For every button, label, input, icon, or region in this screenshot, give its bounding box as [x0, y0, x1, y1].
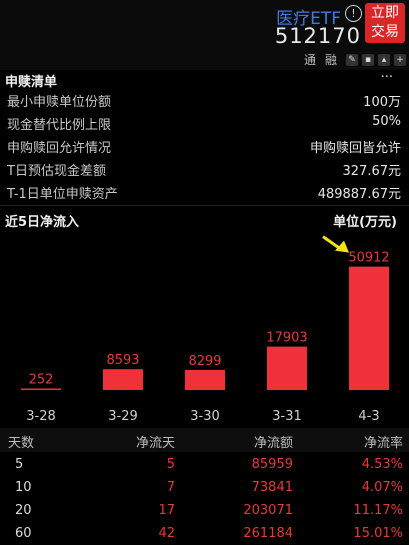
bell-icon[interactable]: ▴: [378, 53, 390, 66]
sub-row-label: T-1日单位申赎资产: [7, 187, 118, 202]
header-net-amount: 净流额: [253, 436, 293, 451]
chart-data-label: 50912: [348, 251, 389, 266]
cell-net-amount: 261184: [243, 526, 293, 541]
sub-row-value: 申购赎回皆允许: [309, 141, 401, 156]
header-net-rate: 净流率: [363, 436, 403, 451]
chart-bar: [185, 369, 225, 390]
cell-net-days: 42: [158, 526, 175, 541]
header-days: 天数: [8, 436, 35, 451]
cell-net-rate: 4.53%: [361, 457, 403, 472]
chart-x-tick-label: 3-31: [272, 409, 302, 424]
table-row: 5 5 85959 4.53%: [0, 453, 409, 476]
table-header: 天数 净流天 净流额 净流率: [0, 428, 409, 452]
chart-data-label: 17903: [266, 331, 307, 346]
sub-row-label: 最小申赎单位份额: [7, 95, 112, 110]
more-icon[interactable]: ···: [381, 70, 393, 85]
sub-row-value: 327.67元: [342, 164, 402, 179]
table-row: 20 17 203071 11.17%: [0, 499, 409, 522]
chart-x-tick-label: 4-3: [358, 409, 379, 424]
edit-icon[interactable]: ✎: [346, 53, 358, 66]
sub-row-label: 现金替代比例上限: [7, 118, 112, 133]
chart-bar: [21, 388, 61, 390]
cell-net-rate: 4.07%: [361, 480, 403, 495]
chart-bar: [103, 369, 143, 390]
chart-bar: [267, 346, 307, 390]
sub-row: 最小申赎单位份额 100万: [0, 91, 409, 114]
cell-net-days: 7: [166, 480, 175, 495]
cell-net-amount: 203071: [243, 503, 293, 518]
sub-row-value: 489887.67元: [317, 187, 401, 202]
toolbar: 通 融 ✎ ▪ ▴ +: [304, 51, 406, 68]
sub-row-value: 100万: [363, 95, 401, 110]
cell-days: 10: [15, 480, 32, 495]
inflow-title: 近5日净流入: [5, 215, 80, 230]
sub-row: 申购赎回允许情况 申购赎回皆允许: [0, 137, 409, 160]
table-row: 60 42 261184 15.01%: [0, 522, 409, 545]
inflow-bar-chart: 252 3-28 8593 3-29 8299 3-30 17903 3-31 50912 4-3: [21, 235, 390, 424]
chart-data-label: 8593: [106, 353, 139, 368]
inflow-unit: 单位(万元): [333, 215, 397, 230]
cell-net-amount: 85959: [251, 457, 293, 472]
chart-x-tick-label: 3-29: [108, 409, 138, 424]
cell-days: 60: [15, 526, 32, 541]
chart-data-label: 252: [29, 373, 54, 388]
trade-button-line1: 立即: [371, 5, 399, 21]
lock-icon[interactable]: ▪: [362, 53, 374, 66]
etf-code: 512170: [274, 24, 361, 48]
tool-tong[interactable]: 通: [304, 51, 316, 68]
annotation-arrow-icon: [322, 235, 349, 253]
chart-x-tick-label: 3-28: [26, 409, 56, 424]
cell-days: 5: [15, 457, 24, 472]
cell-net-days: 17: [158, 503, 175, 518]
sub-row: T日预估现金差额 327.67元: [0, 160, 409, 183]
cell-net-amount: 73841: [251, 480, 293, 495]
table-row: 10 7 73841 4.07%: [0, 476, 409, 499]
chart-bar: [349, 266, 389, 390]
sub-row-label: 申购赎回允许情况: [7, 141, 112, 156]
cell-days: 20: [15, 503, 32, 518]
cell-net-rate: 11.17%: [353, 503, 403, 518]
trade-button-line2: 交易: [371, 24, 399, 40]
etf-header: 医疗ETF ! 512170 立即 交易 通 融 ✎ ▪ ▴ +: [0, 0, 409, 70]
divider: [0, 205, 409, 206]
trade-now-button[interactable]: 立即 交易: [365, 3, 405, 43]
sub-row: T-1日单位申赎资产 489887.67元: [0, 183, 409, 206]
cell-net-days: 5: [166, 457, 175, 472]
cell-net-rate: 15.01%: [353, 526, 403, 541]
header-net-days: 净流天: [135, 436, 175, 451]
subscription-title: 申赎清单: [5, 75, 58, 90]
chart-data-label: 8299: [188, 354, 221, 369]
sub-row-value: 50%: [372, 114, 401, 129]
tool-rong[interactable]: 融: [325, 51, 337, 68]
chart-x-tick-label: 3-30: [190, 409, 220, 424]
plus-icon[interactable]: +: [394, 53, 406, 66]
sub-row-label: T日预估现金差额: [7, 164, 106, 179]
sub-row: 现金替代比例上限 50%: [0, 114, 409, 137]
info-circle-icon[interactable]: !: [345, 5, 362, 22]
